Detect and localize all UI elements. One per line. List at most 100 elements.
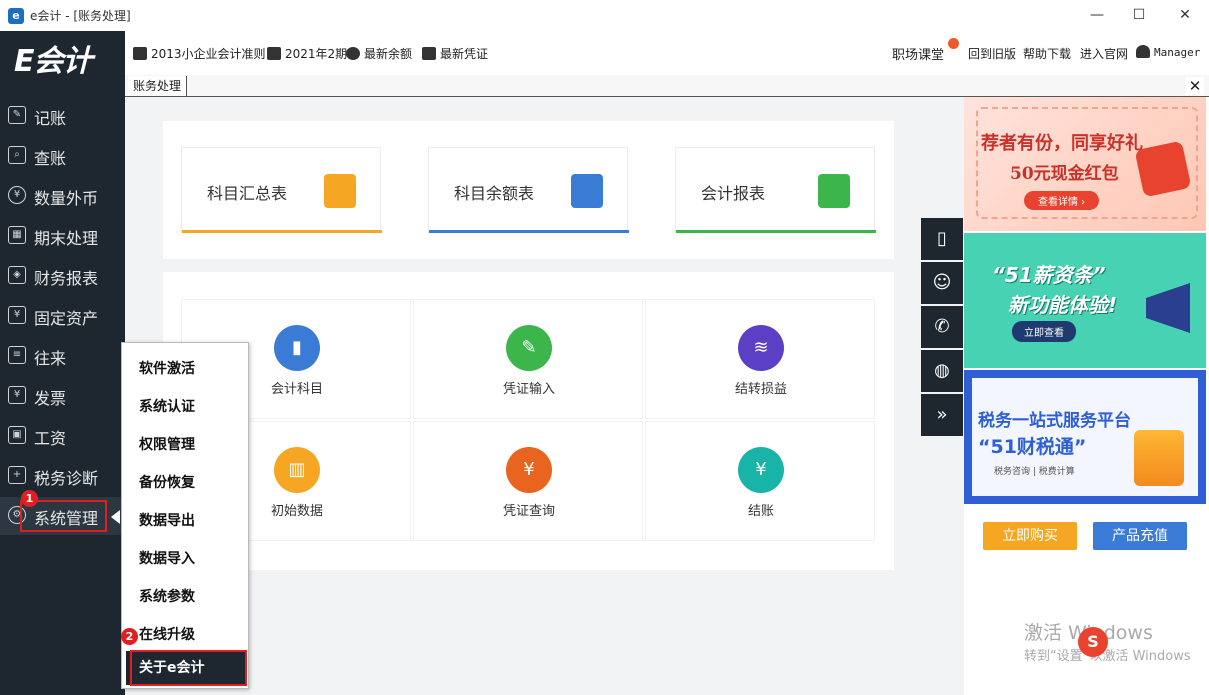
- banner-view-button[interactable]: 立即查看: [1012, 321, 1076, 342]
- card-icon: ¥: [738, 447, 784, 493]
- function-voucher-entry[interactable]: ✎ 凭证输入: [413, 299, 643, 419]
- money-bag-icon: [346, 47, 360, 60]
- quick-card-accounting-reports[interactable]: 会计报表: [675, 147, 876, 233]
- close-button[interactable]: ✕: [1170, 4, 1200, 26]
- sidebar-item-label: 财务报表: [34, 269, 99, 288]
- function-label: 凭证查询: [502, 504, 555, 519]
- chart-icon: [818, 174, 850, 208]
- menu-item-permissions[interactable]: 权限管理: [139, 434, 195, 454]
- sidebar-item-query[interactable]: ⌕ 查账: [0, 137, 125, 175]
- book-icon: [324, 174, 356, 208]
- function-close-accounts[interactable]: ¥ 结账: [645, 421, 875, 541]
- medical-icon: +: [8, 466, 26, 484]
- wallet-icon: ▣: [8, 426, 26, 444]
- collapse-icon[interactable]: »: [921, 394, 963, 436]
- app-icon: e: [8, 8, 24, 24]
- latest-balance-label: 最新余额: [364, 47, 413, 61]
- card-underline: [182, 230, 382, 233]
- menu-item-activation[interactable]: 软件激活: [139, 358, 195, 378]
- banner-headline: 税务一站式服务平台: [978, 411, 1131, 431]
- maximize-button[interactable]: ☐: [1124, 4, 1154, 26]
- sidebar-item-period-end[interactable]: ▦ 期末处理: [0, 217, 125, 255]
- sidebar-item-label: 税务诊断: [34, 469, 99, 488]
- user-icon: [1136, 45, 1150, 58]
- data-icon: ▥: [274, 447, 320, 493]
- old-version-link[interactable]: 回到旧版: [968, 45, 1016, 62]
- minimize-button[interactable]: —: [1082, 4, 1112, 26]
- official-site-link[interactable]: 进入官网: [1080, 45, 1128, 62]
- ime-icon[interactable]: S: [1078, 627, 1108, 657]
- banner-headline: “51薪资条”: [992, 263, 1106, 287]
- sidebar-item-label: 记账: [34, 109, 67, 128]
- banner-tags: 税务咨询 | 税费计算: [994, 467, 1075, 477]
- quick-card-label: 科目汇总表: [207, 184, 288, 203]
- recharge-button[interactable]: 产品充值: [1093, 522, 1187, 550]
- function-voucher-query[interactable]: ¥ 凭证查询: [413, 421, 643, 541]
- sidebar-item-bookkeeping[interactable]: ✎ 记账: [0, 97, 125, 135]
- user-name: Manager: [1154, 46, 1201, 59]
- period-selector[interactable]: 2021年2期: [267, 45, 347, 62]
- banner-headline: 荐者有份，同享好礼: [981, 133, 1143, 154]
- quick-card-subject-balance[interactable]: 科目余额表: [428, 147, 629, 233]
- menu-pointer: [111, 510, 120, 524]
- latest-voucher[interactable]: 最新凭证: [422, 45, 488, 62]
- window-title: e会计 - [账务处理]: [30, 9, 131, 23]
- accounting-standard[interactable]: 2013小企业会计准则: [133, 45, 266, 62]
- function-carry-forward[interactable]: ≋ 结转损益: [645, 299, 875, 419]
- function-label: 凭证输入: [502, 382, 555, 397]
- megaphone-icon: [1146, 283, 1190, 333]
- period-label: 2021年2期: [285, 47, 348, 61]
- sidebar-item-label: 往来: [34, 349, 67, 368]
- calendar-icon: [267, 47, 281, 60]
- sidebar-item-salary[interactable]: ▣ 工资: [0, 417, 125, 455]
- voucher-edit-icon: ✎: [506, 325, 552, 371]
- menu-item-certification[interactable]: 系统认证: [139, 396, 195, 416]
- phone-icon[interactable]: ✆: [921, 306, 963, 348]
- sidebar-item-currency[interactable]: ¥ 数量外币: [0, 177, 125, 215]
- tab-accounting[interactable]: 账务处理: [128, 76, 188, 96]
- wallet-icon: [571, 174, 603, 208]
- mobile-icon[interactable]: ▯: [921, 218, 963, 260]
- calendar-icon: ▦: [8, 226, 26, 244]
- sidebar-item-tax-diagnosis[interactable]: + 税务诊断: [0, 457, 125, 495]
- help-download-link[interactable]: 帮助下载: [1023, 45, 1071, 62]
- buy-now-button[interactable]: 立即购买: [983, 522, 1077, 550]
- sidebar-item-fixed-assets[interactable]: ¥ 固定资产: [0, 297, 125, 335]
- system-management-menu: 软件激活 系统认证 权限管理 备份恢复 数据导出 数据导入 系统参数 在线升级 …: [121, 342, 249, 689]
- invoice-icon: ¥: [8, 386, 26, 404]
- currency-icon: ¥: [8, 186, 26, 204]
- illustration-icon: [1134, 430, 1184, 486]
- tab-close-icon[interactable]: ✕: [1186, 77, 1204, 95]
- accounting-standard-label: 2013小企业会计准则: [151, 47, 266, 61]
- function-label: 结转损益: [734, 382, 787, 397]
- sidebar-item-invoice[interactable]: ¥ 发票: [0, 377, 125, 415]
- voucher-icon: [422, 47, 436, 60]
- menu-item-backup-restore[interactable]: 备份恢复: [139, 472, 195, 492]
- card-underline: [676, 230, 876, 233]
- sidebar-item-label: 数量外币: [34, 189, 99, 208]
- promo-banner-salary-slip[interactable]: “51薪资条” 新功能体验! 立即查看: [964, 233, 1206, 368]
- tab-bar: [125, 75, 1209, 97]
- promo-banner-tax-platform[interactable]: 税务一站式服务平台 “51财税通” 税务咨询 | 税费计算: [964, 370, 1206, 504]
- transfer-icon: ≋: [738, 325, 784, 371]
- customer-service-icon[interactable]: ☺: [921, 262, 963, 304]
- promo-banner-referral[interactable]: 荐者有份，同享好礼 50元现金红包 查看详情 ›: [964, 97, 1206, 231]
- career-class-link[interactable]: 职场课堂: [892, 44, 944, 63]
- asset-icon: ¥: [8, 306, 26, 324]
- quick-card-subject-summary[interactable]: 科目汇总表: [181, 147, 382, 233]
- windows-watermark-subtitle: 转到“设置”以激活 Windows: [1024, 649, 1191, 664]
- edit-icon: ✎: [8, 106, 26, 124]
- banner-details-button[interactable]: 查看详情 ›: [1024, 191, 1100, 210]
- sidebar-item-dealings[interactable]: ≡ 往来: [0, 337, 125, 375]
- menu-item-data-import[interactable]: 数据导入: [139, 548, 195, 568]
- sidebar-item-reports[interactable]: ◈ 财务报表: [0, 257, 125, 295]
- user-menu[interactable]: Manager: [1136, 45, 1200, 59]
- menu-item-system-params[interactable]: 系统参数: [139, 586, 195, 606]
- latest-balance[interactable]: 最新余额: [346, 45, 412, 62]
- menu-item-data-export[interactable]: 数据导出: [139, 510, 195, 530]
- latest-voucher-label: 最新凭证: [440, 47, 489, 61]
- function-label: 结账: [747, 504, 774, 519]
- wechat-icon[interactable]: ◍: [921, 350, 963, 392]
- menu-item-online-upgrade[interactable]: 在线升级: [139, 624, 195, 644]
- search-icon: ⌕: [8, 146, 26, 164]
